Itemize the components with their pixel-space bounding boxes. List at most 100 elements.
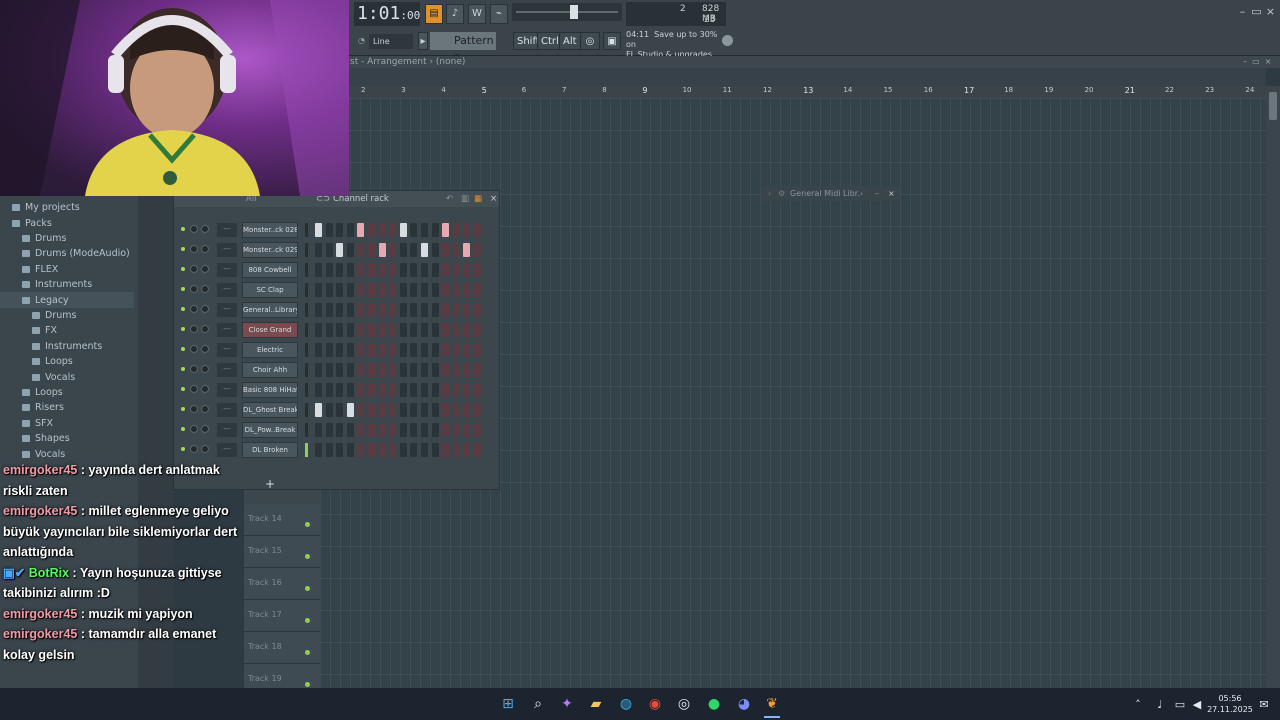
channel-pan-knob[interactable] xyxy=(190,345,198,353)
step-button[interactable] xyxy=(378,363,386,377)
channel-row[interactable]: --- General..Library xyxy=(174,300,501,320)
browser-item[interactable]: Drums xyxy=(0,231,134,246)
step-button[interactable] xyxy=(325,303,333,317)
step-button[interactable] xyxy=(378,403,386,417)
channel-mixer-track[interactable]: --- xyxy=(217,323,237,337)
step-button[interactable] xyxy=(368,263,375,277)
step-button[interactable] xyxy=(336,423,344,437)
channel-mute-led[interactable] xyxy=(181,447,185,451)
browser-item[interactable]: Drums (ModeAudio) xyxy=(0,246,134,261)
step-button[interactable] xyxy=(463,223,471,237)
channel-pan-knob[interactable] xyxy=(190,325,198,333)
channel-select-indicator[interactable] xyxy=(305,283,308,297)
channel-mute-led[interactable] xyxy=(181,247,185,251)
step-button[interactable] xyxy=(463,323,471,337)
step-button[interactable] xyxy=(442,423,450,437)
track-mute-led[interactable] xyxy=(305,682,310,687)
step-button[interactable] xyxy=(357,443,365,457)
channel-mixer-track[interactable]: --- xyxy=(217,223,237,237)
step-button[interactable] xyxy=(357,243,365,257)
channel-select-indicator[interactable] xyxy=(305,323,308,337)
step-button[interactable] xyxy=(463,403,471,417)
channel-row[interactable]: --- DL_Pow..Break xyxy=(174,420,501,440)
channel-volume-knob[interactable] xyxy=(201,385,209,393)
track-header[interactable]: Track 18 xyxy=(244,632,320,664)
step-button[interactable] xyxy=(389,283,397,297)
browser-item[interactable]: SFX xyxy=(0,416,134,431)
step-button[interactable] xyxy=(463,303,471,317)
step-button[interactable] xyxy=(431,263,439,277)
step-button[interactable] xyxy=(421,423,428,437)
gear-icon[interactable]: ⚙ xyxy=(778,186,785,201)
channel-row[interactable]: --- 808 Cowbell xyxy=(174,260,501,280)
step-button[interactable] xyxy=(368,303,375,317)
step-button[interactable] xyxy=(325,283,333,297)
track-header[interactable]: Track 14 xyxy=(244,504,320,536)
shop-cart-icon[interactable]: ▣ xyxy=(603,32,621,50)
step-button[interactable] xyxy=(421,283,428,297)
step-button[interactable] xyxy=(474,223,481,237)
step-button[interactable] xyxy=(399,263,407,277)
step-button[interactable] xyxy=(474,423,481,437)
step-button[interactable] xyxy=(368,423,375,437)
step-button[interactable] xyxy=(357,343,365,357)
browser-item[interactable]: Instruments xyxy=(0,339,134,354)
channel-volume-knob[interactable] xyxy=(201,345,209,353)
channel-select-indicator[interactable] xyxy=(305,383,308,397)
channel-name-button[interactable]: Choir Ahh xyxy=(242,362,298,378)
step-button[interactable] xyxy=(463,263,471,277)
step-button[interactable] xyxy=(431,443,439,457)
step-button[interactable] xyxy=(421,443,428,457)
step-button[interactable] xyxy=(463,383,471,397)
obs-icon[interactable]: ◎ xyxy=(674,694,694,714)
channel-mixer-track[interactable]: --- xyxy=(217,383,237,397)
step-button[interactable] xyxy=(463,363,471,377)
fl-studio-icon[interactable]: ❦ xyxy=(762,694,782,714)
alt-key-button[interactable]: Alt xyxy=(559,32,581,50)
step-button[interactable] xyxy=(357,263,365,277)
step-button[interactable] xyxy=(421,303,428,317)
step-button[interactable] xyxy=(431,363,439,377)
step-button[interactable] xyxy=(336,443,344,457)
channel-name-button[interactable]: 808 Cowbell xyxy=(242,262,298,278)
step-button[interactable] xyxy=(452,443,460,457)
step-button[interactable] xyxy=(452,423,460,437)
step-button[interactable] xyxy=(431,223,439,237)
step-button[interactable] xyxy=(474,303,481,317)
step-button[interactable] xyxy=(346,243,354,257)
channel-name-button[interactable]: General..Library xyxy=(242,302,298,318)
step-button[interactable] xyxy=(410,223,418,237)
channel-pan-knob[interactable] xyxy=(190,305,198,313)
step-button[interactable] xyxy=(463,443,471,457)
step-button[interactable] xyxy=(336,263,344,277)
channel-mute-led[interactable] xyxy=(181,227,185,231)
step-button[interactable] xyxy=(368,443,375,457)
step-button[interactable] xyxy=(315,323,322,337)
step-button[interactable] xyxy=(463,343,471,357)
browser-item[interactable]: Loops xyxy=(0,385,134,400)
channel-pan-knob[interactable] xyxy=(190,405,198,413)
master-volume-slider[interactable] xyxy=(512,3,622,21)
step-button[interactable] xyxy=(452,263,460,277)
step-button[interactable] xyxy=(368,243,375,257)
step-button[interactable] xyxy=(378,303,386,317)
channel-mixer-track[interactable]: --- xyxy=(217,403,237,417)
snap-mode-select[interactable]: Line xyxy=(369,34,413,49)
restore-icon[interactable]: ▭ xyxy=(1250,6,1263,19)
step-button[interactable] xyxy=(315,223,322,237)
browser-item[interactable]: Risers xyxy=(0,400,134,415)
taskbar-clock[interactable]: 05:56 27.11.2025 xyxy=(1206,693,1254,715)
channel-rack-close-icon[interactable]: × xyxy=(490,191,497,207)
copilot-icon[interactable]: ✦ xyxy=(557,694,577,714)
step-button[interactable] xyxy=(399,323,407,337)
step-button[interactable] xyxy=(357,303,365,317)
step-button[interactable] xyxy=(410,263,418,277)
step-button[interactable] xyxy=(315,303,322,317)
step-button[interactable] xyxy=(336,403,344,417)
step-button[interactable] xyxy=(474,263,481,277)
track-mute-led[interactable] xyxy=(305,554,310,559)
step-button[interactable] xyxy=(410,443,418,457)
channel-row[interactable]: --- Basic 808 HiHat xyxy=(174,380,501,400)
window-close-icon[interactable]: × xyxy=(888,186,895,201)
step-button[interactable] xyxy=(325,343,333,357)
